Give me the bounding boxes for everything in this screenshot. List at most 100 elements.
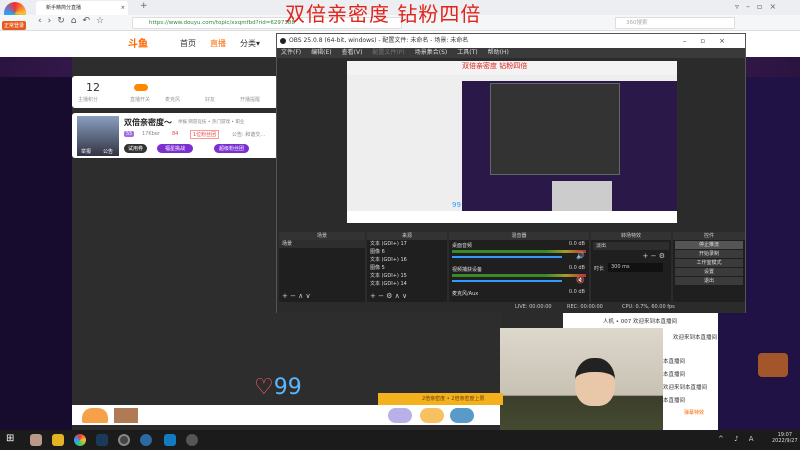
tab-title: 新手精简分直播 — [46, 5, 82, 11]
speaker-icon[interactable]: 🔊 — [576, 252, 585, 260]
menu-profile[interactable]: 配置文件(P) — [372, 49, 404, 56]
start-recording-button[interactable]: 开始录制 — [675, 250, 743, 258]
channel-db: 0.0 dB — [568, 289, 585, 295]
coupon-button[interactable]: 试用券 — [124, 144, 148, 153]
close-tab-icon[interactable]: × — [121, 1, 125, 15]
transition-select[interactable]: 淡出 — [593, 242, 669, 250]
obs-window-controls[interactable]: –▫× — [683, 34, 739, 48]
mixer-header: 混音器 — [449, 232, 589, 240]
new-tab-button[interactable]: + — [140, 1, 148, 11]
scene-item[interactable]: 场景 — [279, 240, 365, 248]
chat-message: 人机 • 007 欢迎来到本直播间 — [603, 319, 677, 325]
source-item[interactable]: 文本 (GDI+) 15 — [367, 272, 447, 280]
heat-count: 84 — [172, 131, 179, 137]
duration-input[interactable]: 300 ms — [608, 263, 663, 272]
fan-rank[interactable]: 1位粉丝团 — [190, 130, 220, 139]
channel-db: 0.0 dB — [568, 241, 585, 247]
source-item[interactable]: 图像 6 — [367, 248, 447, 256]
app-icon[interactable] — [164, 434, 176, 446]
exit-button[interactable]: 退出 — [675, 277, 743, 285]
volume-slider[interactable] — [452, 280, 562, 282]
nav-home[interactable]: 首页 — [180, 38, 196, 49]
gift-icon[interactable] — [114, 408, 138, 423]
site-logo[interactable]: 斗鱼 — [128, 35, 164, 50]
stop-streaming-button[interactable]: 停止推流 — [675, 241, 743, 249]
like-count: 99 — [273, 375, 302, 400]
toggle-icon[interactable] — [134, 84, 148, 91]
preview-promo-text: 双倍亲密度 钻粉四倍 — [462, 62, 528, 70]
obs-menu-bar: 文件(F) 编辑(E) 查看(V) 配置文件(P) 场景集合(S) 工具(T) 帮助(H) — [277, 48, 745, 58]
streamer-notice: 公告: 和谐交... — [232, 132, 266, 138]
menu-edit[interactable]: 编辑(E) — [311, 49, 331, 56]
transition-toolbar[interactable]: + − ⚙ — [643, 252, 665, 260]
volume-slider[interactable] — [452, 256, 562, 258]
browser-tab[interactable]: 新手精简分直播 × — [36, 1, 128, 15]
reminder-item[interactable]: 开播提醒 — [240, 96, 260, 103]
scenes-header: 场景 — [279, 232, 365, 240]
mic-item[interactable]: 麦克风 — [165, 96, 180, 103]
source-item[interactable]: 图像 5 — [367, 264, 447, 272]
streamer-face — [575, 358, 615, 406]
steam-icon[interactable] — [96, 434, 108, 446]
search-input[interactable]: 360搜索 — [615, 17, 735, 29]
heart-icon: ♡ — [254, 375, 274, 400]
friends-item[interactable]: 好友 — [205, 96, 215, 103]
event-badge-icon — [758, 353, 788, 377]
gift-icon[interactable] — [420, 408, 444, 423]
preview-like-count: 99 — [452, 201, 461, 209]
system-tray-icons[interactable]: ^ ♪ A — [718, 435, 758, 443]
gift-icon[interactable] — [388, 408, 412, 423]
stream-toggle[interactable]: 直播开关 — [130, 96, 150, 103]
browser-taskbar-icon[interactable] — [74, 434, 86, 446]
app-icon[interactable] — [30, 434, 42, 446]
source-item[interactable]: 文本 (GDI+) 16 — [367, 256, 447, 264]
app-icon[interactable] — [140, 434, 152, 446]
chat-message: 本直播间 — [663, 398, 686, 404]
nav-category[interactable]: 分类▾ — [240, 38, 260, 49]
cpu-status: CPU: 0.7%, 60.00 fps — [622, 304, 675, 310]
danmu-effect-button[interactable]: 弹幕特效 — [684, 409, 704, 416]
app-icon[interactable] — [52, 434, 64, 446]
notice-label[interactable]: 公告 — [103, 148, 113, 155]
muted-speaker-icon[interactable]: 🔇 — [576, 276, 585, 284]
rec-status: REC: 00:00:00 — [567, 304, 603, 310]
streamer-avatar[interactable]: 举报 公告 — [77, 116, 119, 156]
promo-notice-bar[interactable]: 2倍亲密度 • 2倍亲密度上限 — [378, 393, 503, 405]
login-badge[interactable]: 正常登录 — [2, 21, 27, 30]
menu-view[interactable]: 查看(V) — [342, 49, 363, 56]
menu-tools[interactable]: 工具(T) — [457, 49, 477, 56]
obs-preview[interactable]: 双倍亲密度 钻粉四倍 99 — [347, 61, 677, 223]
windows-start-icon[interactable]: ⊞ — [6, 433, 18, 445]
nav-buttons[interactable]: ‹›↻⌂↶☆ — [38, 16, 110, 26]
source-toolbar[interactable]: + − ⚙ ∧ ∨ — [370, 292, 407, 300]
source-item[interactable]: 文本 (GDI+) 17 — [367, 240, 447, 248]
fan-club-button[interactable]: 超级粉丝团 — [214, 144, 250, 153]
level-badge: 55 — [124, 131, 135, 137]
channel-name: 桌面音频 — [452, 243, 473, 249]
window-controls[interactable]: ▿–▫× — [735, 2, 783, 11]
chat-message: 本直播间 — [663, 372, 686, 378]
clock[interactable]: 19:07 2022/9/27 — [772, 432, 798, 444]
scenes-dock: 场景 场景 + − ∧ ∨ — [279, 232, 365, 302]
report-label[interactable]: 举报 — [81, 148, 91, 155]
menu-help[interactable]: 帮助(H) — [488, 49, 509, 56]
source-item[interactable]: 文本 (GDI+) 14 — [367, 280, 447, 288]
controls-header: 控件 — [673, 232, 745, 240]
app-icon[interactable] — [186, 434, 198, 446]
obs-taskbar-icon[interactable] — [118, 434, 130, 446]
challenge-button[interactable]: 福星挑战 — [157, 144, 194, 153]
settings-button[interactable]: 设置 — [675, 268, 743, 276]
controls-dock: 控件 停止推流 开始录制 工作室模式 设置 退出 — [673, 232, 745, 302]
like-counter: ♡99 — [254, 375, 302, 400]
page-background-left — [0, 57, 72, 430]
scene-toolbar[interactable]: + − ∧ ∨ — [282, 292, 311, 300]
menu-scene-collection[interactable]: 场景集合(S) — [415, 49, 448, 56]
studio-mode-button[interactable]: 工作室模式 — [675, 259, 743, 267]
gift-icon[interactable] — [450, 408, 474, 423]
nav-live[interactable]: 直播 — [210, 38, 226, 49]
obs-logo-icon — [280, 38, 286, 44]
gift-icon[interactable] — [82, 408, 108, 423]
menu-file[interactable]: 文件(F) — [281, 49, 301, 56]
sources-dock: 来源 文本 (GDI+) 17 图像 6 文本 (GDI+) 16 图像 5 文… — [367, 232, 447, 302]
chat-message: 本直播间 — [663, 359, 686, 365]
